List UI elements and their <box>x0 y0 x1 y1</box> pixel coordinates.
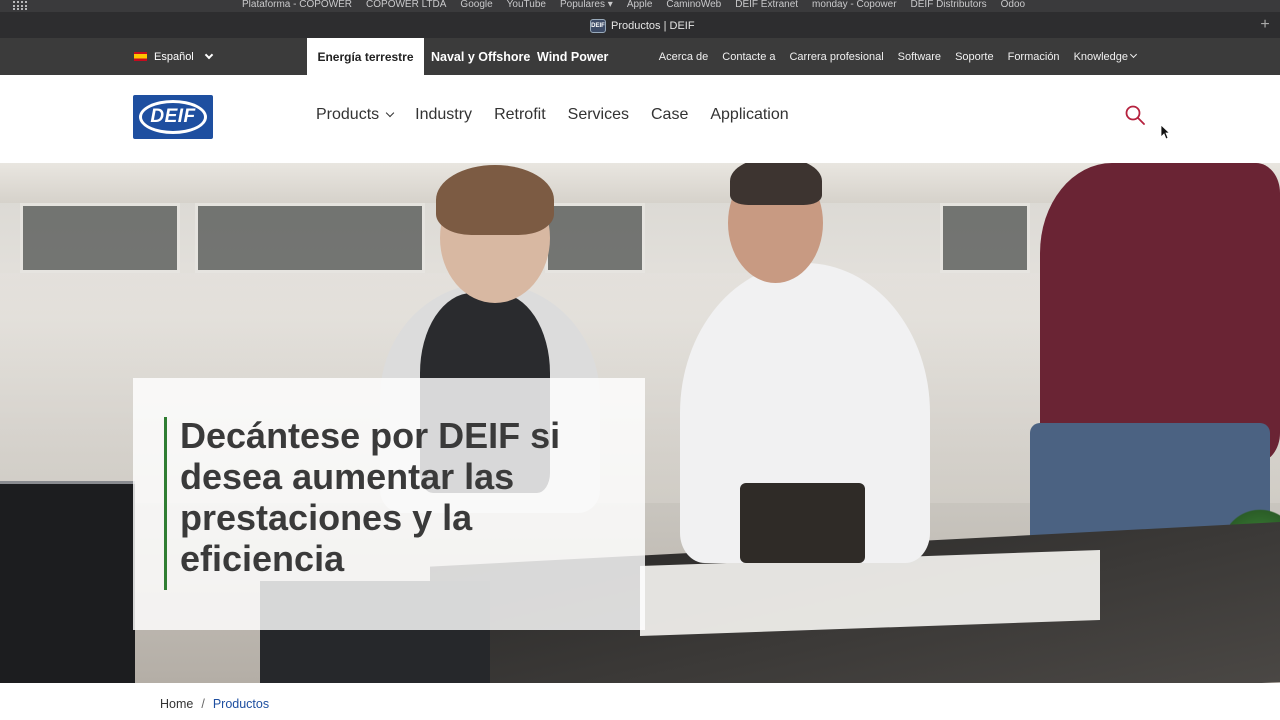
utility-link-formacion[interactable]: Formación <box>1008 51 1060 63</box>
spain-flag-icon <box>134 52 147 61</box>
bookmark-folder-populares[interactable]: Populares ▾ <box>560 0 613 11</box>
site-top-bar: Español Energía terrestre Naval y Offsho… <box>0 38 1280 75</box>
bookmark-item[interactable]: Plataforma - COPOWER <box>242 0 352 11</box>
bookmark-item[interactable]: COPOWER LTDA <box>366 0 446 11</box>
bookmark-item[interactable]: CaminoWeb <box>666 0 721 11</box>
bookmark-item[interactable]: Google <box>460 0 492 11</box>
segment-tab-naval-offshore[interactable]: Naval y Offshore <box>431 38 530 75</box>
utility-link-acerca[interactable]: Acerca de <box>659 51 709 63</box>
segment-tab-wind-power[interactable]: Wind Power <box>537 38 608 75</box>
bookmark-item[interactable]: Apple <box>627 0 653 11</box>
hero-photo-window <box>545 203 645 273</box>
utility-link-carrera[interactable]: Carrera profesional <box>789 51 883 63</box>
knowledge-label: Knowledge <box>1073 50 1128 63</box>
segment-tab-energia-terrestre[interactable]: Energía terrestre <box>307 38 424 75</box>
hero-photo-window <box>195 203 425 273</box>
utility-nav: Acerca de Contacte a Carrera profesional… <box>659 38 1138 75</box>
apps-grid-icon[interactable] <box>13 1 27 11</box>
bookmarks-bar: Plataforma - COPOWER COPOWER LTDA Google… <box>0 0 1280 12</box>
hero-photo-person <box>1040 163 1280 463</box>
nav-item-products[interactable]: Products <box>316 106 395 124</box>
bookmark-item[interactable]: DEIF Distributors <box>911 0 987 11</box>
hero-banner: Decántese por DEIF si desea aumentar las… <box>0 163 1280 683</box>
bookmark-item[interactable]: Odoo <box>1001 0 1025 11</box>
nav-item-application[interactable]: Application <box>710 106 788 124</box>
chevron-down-icon <box>1129 50 1138 59</box>
utility-link-contacte[interactable]: Contacte a <box>722 51 775 63</box>
hero-photo-person <box>730 163 822 205</box>
browser-tab-title: Productos | DEIF <box>611 20 695 32</box>
hero-photo-person <box>436 165 554 235</box>
bookmark-item[interactable]: YouTube <box>507 0 546 11</box>
search-icon[interactable] <box>1124 104 1146 126</box>
nav-item-services[interactable]: Services <box>568 106 629 124</box>
hero-photo-window <box>940 203 1030 273</box>
breadcrumb-separator: / <box>201 697 205 711</box>
browser-tab-strip: DEIF Productos | DEIF + <box>0 12 1280 38</box>
nav-item-industry[interactable]: Industry <box>415 106 472 124</box>
nav-item-retrofit[interactable]: Retrofit <box>494 106 546 124</box>
language-label: Español <box>154 50 194 63</box>
breadcrumb-current[interactable]: Productos <box>213 697 269 711</box>
utility-link-knowledge[interactable]: Knowledge <box>1073 50 1138 63</box>
logo-text: DEIF <box>150 106 196 127</box>
hero-photo-person <box>740 483 865 563</box>
breadcrumb-home[interactable]: Home <box>160 697 193 711</box>
chevron-down-icon <box>204 50 214 60</box>
breadcrumb: Home / Productos <box>160 697 269 711</box>
hero-photo-controller <box>0 481 135 683</box>
nav-item-label: Products <box>316 106 380 123</box>
hero-title: Decántese por DEIF si desea aumentar las… <box>180 415 561 579</box>
deif-logo[interactable]: DEIF <box>133 95 213 139</box>
bookmark-item[interactable]: monday - Copower <box>812 0 896 11</box>
browser-tab[interactable]: DEIF Productos | DEIF <box>590 17 695 35</box>
main-nav: Products Industry Retrofit Services Case… <box>316 75 789 155</box>
bookmark-folder-label: Populares <box>559 0 605 10</box>
bookmark-item[interactable]: DEIF Extranet <box>735 0 798 11</box>
utility-link-soporte[interactable]: Soporte <box>955 51 994 63</box>
utility-link-software[interactable]: Software <box>898 51 941 63</box>
main-header: DEIF Products Industry Retrofit Services… <box>0 75 1280 163</box>
chevron-down-icon <box>385 108 395 118</box>
hero-photo-window <box>20 203 180 273</box>
mouse-cursor-icon <box>1160 124 1170 140</box>
logo-oval: DEIF <box>139 100 207 134</box>
new-tab-plus-icon[interactable]: + <box>1256 16 1274 34</box>
hero-accent-bar <box>164 417 167 590</box>
deif-favicon-icon: DEIF <box>590 19 606 33</box>
nav-item-case[interactable]: Case <box>651 106 688 124</box>
language-selector[interactable]: Español <box>134 38 214 75</box>
